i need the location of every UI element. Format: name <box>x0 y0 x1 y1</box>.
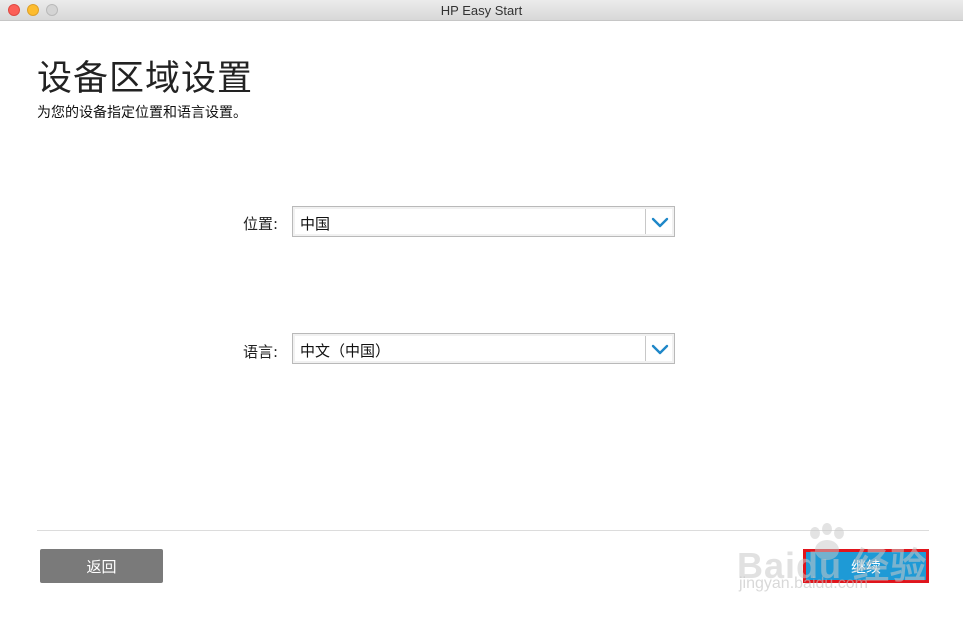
title-bar: HP Easy Start <box>0 0 963 21</box>
select-divider <box>645 336 646 361</box>
footer-divider <box>37 530 929 531</box>
location-value: 中国 <box>300 215 331 233</box>
location-select[interactable]: 中国 <box>292 206 675 237</box>
language-select[interactable]: 中文（中国） <box>292 333 675 364</box>
chevron-down-icon[interactable] <box>649 339 671 359</box>
language-value: 中文（中国） <box>300 342 391 360</box>
back-button[interactable]: 返回 <box>40 549 163 583</box>
page-title: 设备区域设置 <box>37 59 254 99</box>
page-subtitle: 为您的设备指定位置和语言设置。 <box>37 105 247 121</box>
continue-button[interactable]: 继续 <box>803 549 929 583</box>
window-title: HP Easy Start <box>440 3 523 18</box>
chevron-down-icon[interactable] <box>649 212 671 232</box>
language-label: 语言: <box>242 343 278 361</box>
select-divider <box>645 209 646 234</box>
location-label: 位置: <box>242 215 278 233</box>
